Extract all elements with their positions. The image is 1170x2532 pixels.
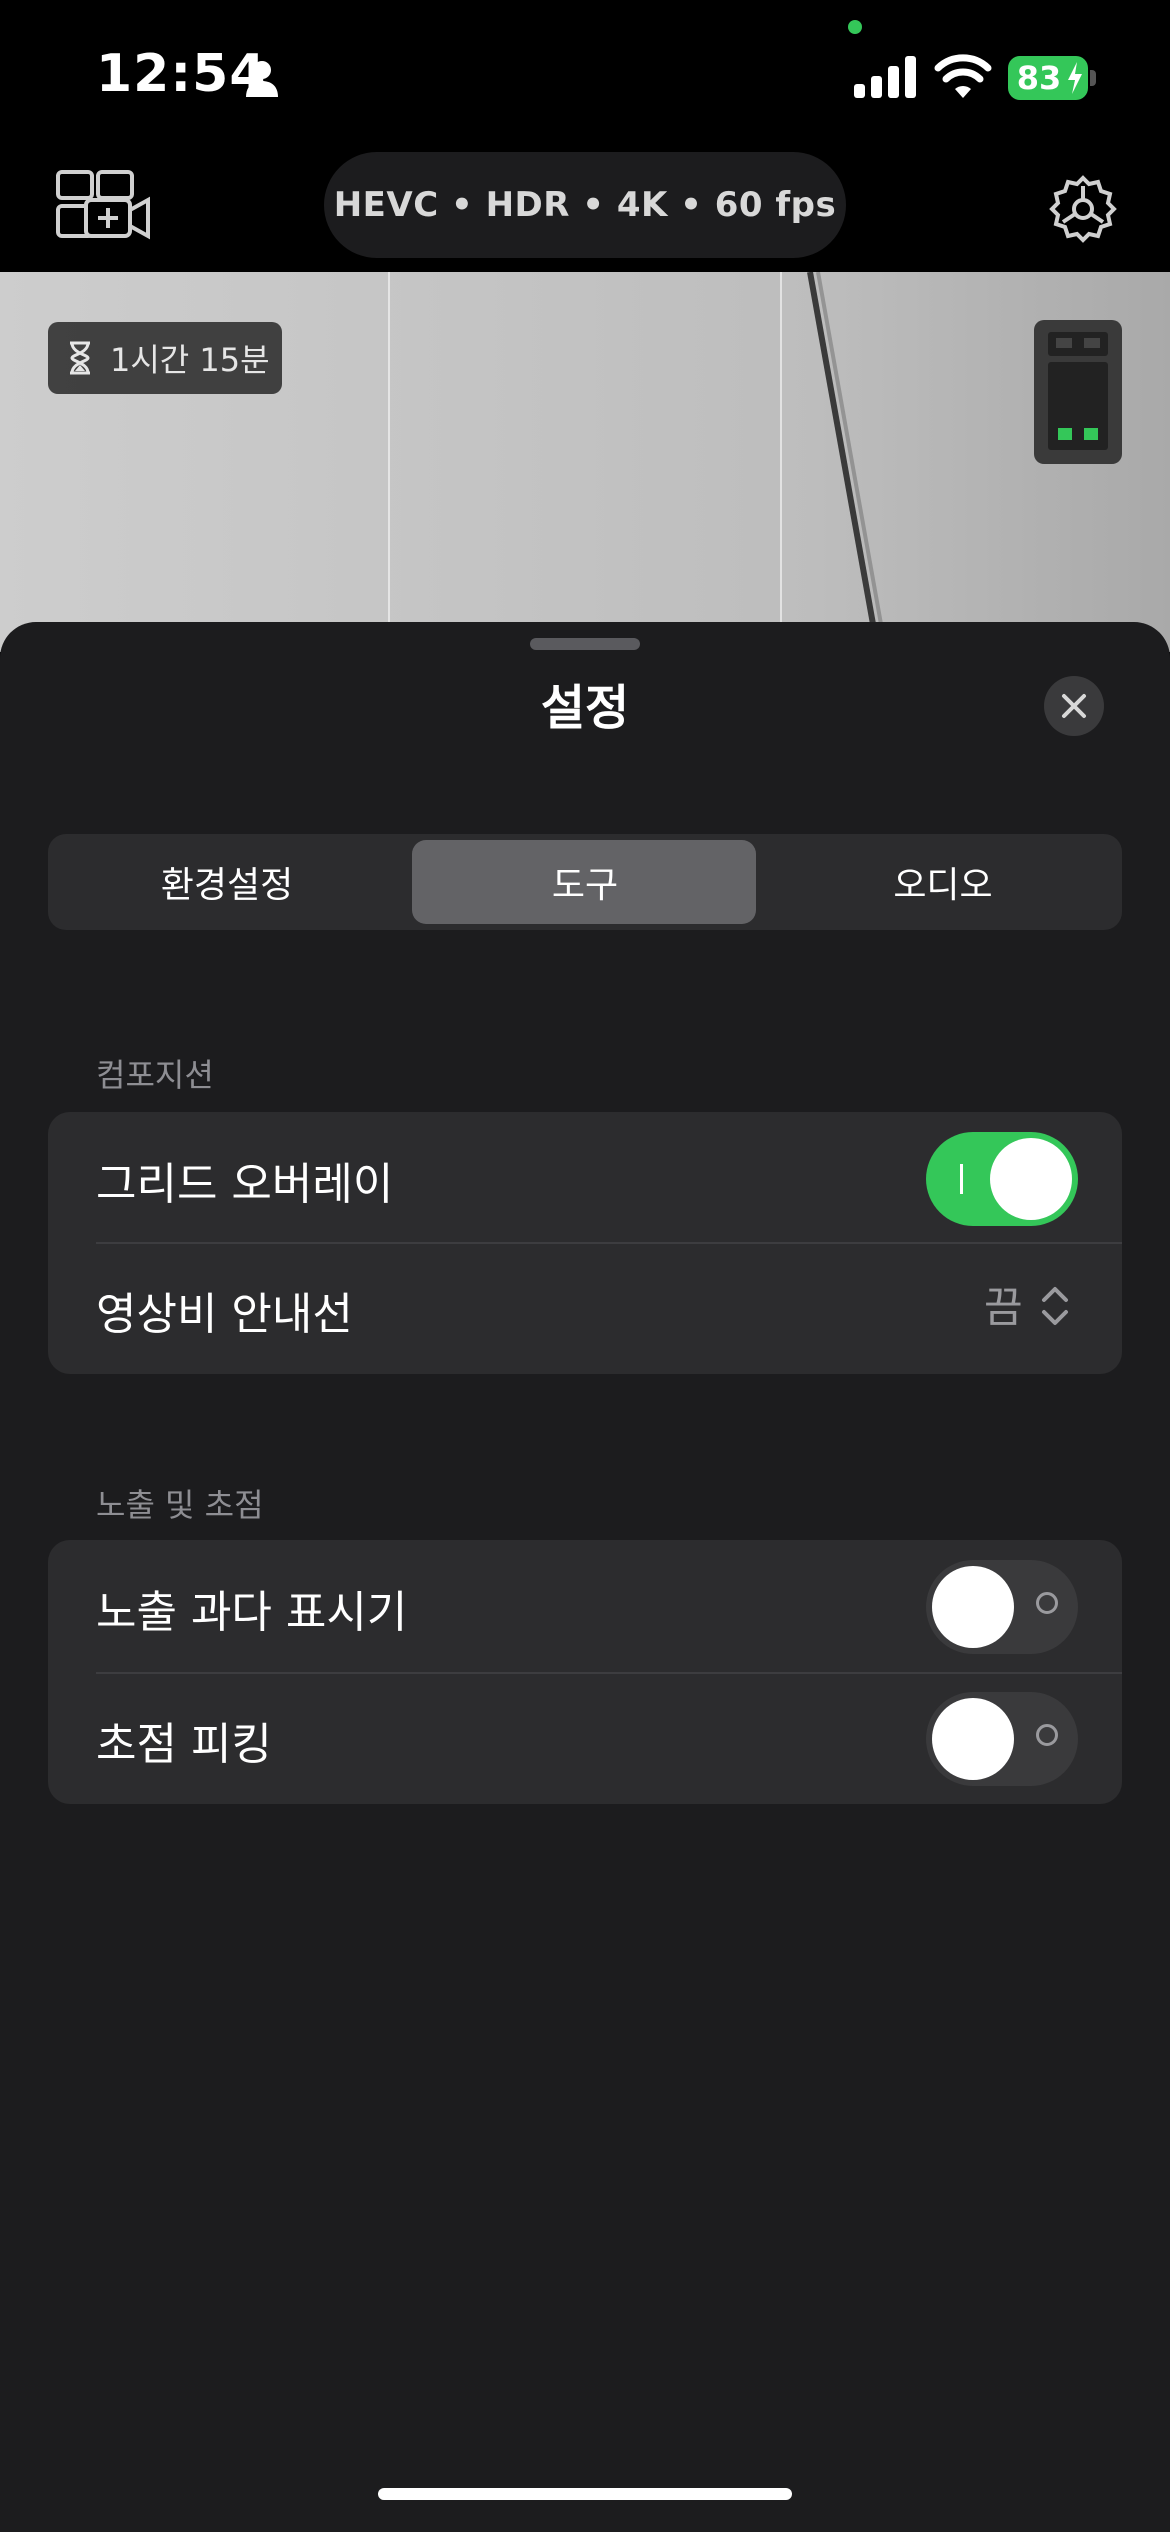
close-icon [1062,694,1086,718]
tab-preferences[interactable]: 환경설정 [48,834,406,930]
grid-line [780,272,782,652]
section-header-composition: 컴포지션 [96,1056,214,1094]
battery-tip [1090,70,1096,86]
zebra-toggle[interactable] [926,1560,1078,1654]
row-divider [96,1672,1122,1674]
multicam-add-icon[interactable] [56,170,152,240]
battery-level: 83 [1016,59,1062,97]
storage-drive-graphic [1048,332,1108,450]
toggle-off-mark [1036,1592,1058,1614]
aspect-guide-label: 영상비 안내선 [96,1289,353,1340]
grid-overlay-toggle[interactable] [926,1132,1078,1226]
section-header-exposure-focus: 노출 및 초점 [96,1486,264,1524]
privacy-indicator-dot [848,20,862,34]
sheet-grabber[interactable] [530,638,640,650]
row-divider [96,1242,1122,1244]
status-time: 12:54 [96,44,267,104]
remaining-time-text: 1시간 15분 [110,341,270,379]
wifi-icon [934,54,992,98]
toggle-knob [932,1566,1014,1648]
wall-edge-shadow [807,272,888,652]
person-icon [246,61,278,97]
focus-peaking-label: 초점 피킹 [96,1719,272,1770]
gear-icon[interactable] [1048,174,1118,244]
focus-peaking-toggle[interactable] [926,1692,1078,1786]
toggle-knob [990,1138,1072,1220]
aspect-guide-value[interactable]: 끔 [984,1274,1023,1335]
signal-icon [854,56,916,98]
battery-indicator: 83 [1008,56,1088,100]
toggle-off-mark [1036,1724,1058,1746]
hourglass-icon [70,341,90,375]
close-button[interactable] [1044,676,1104,736]
home-indicator[interactable] [378,2488,792,2500]
zebra-label: 노출 과다 표시기 [96,1587,408,1638]
chevron-updown-icon[interactable] [1040,1284,1070,1328]
recording-time-remaining: 1시간 15분 [48,322,282,394]
grid-overlay-label: 그리드 오버레이 [96,1159,394,1210]
toggle-knob [932,1698,1014,1780]
toggle-on-mark [960,1164,963,1194]
tab-audio[interactable]: 오디오 [764,834,1122,930]
grid-line [388,272,390,652]
sheet-title: 설정 [540,680,630,736]
bolt-icon [1068,62,1082,94]
tab-tools[interactable]: 도구 [406,834,764,930]
format-selector[interactable]: HEVC • HDR • 4K • 60 fps [324,152,846,258]
storage-icon[interactable] [1034,320,1122,464]
